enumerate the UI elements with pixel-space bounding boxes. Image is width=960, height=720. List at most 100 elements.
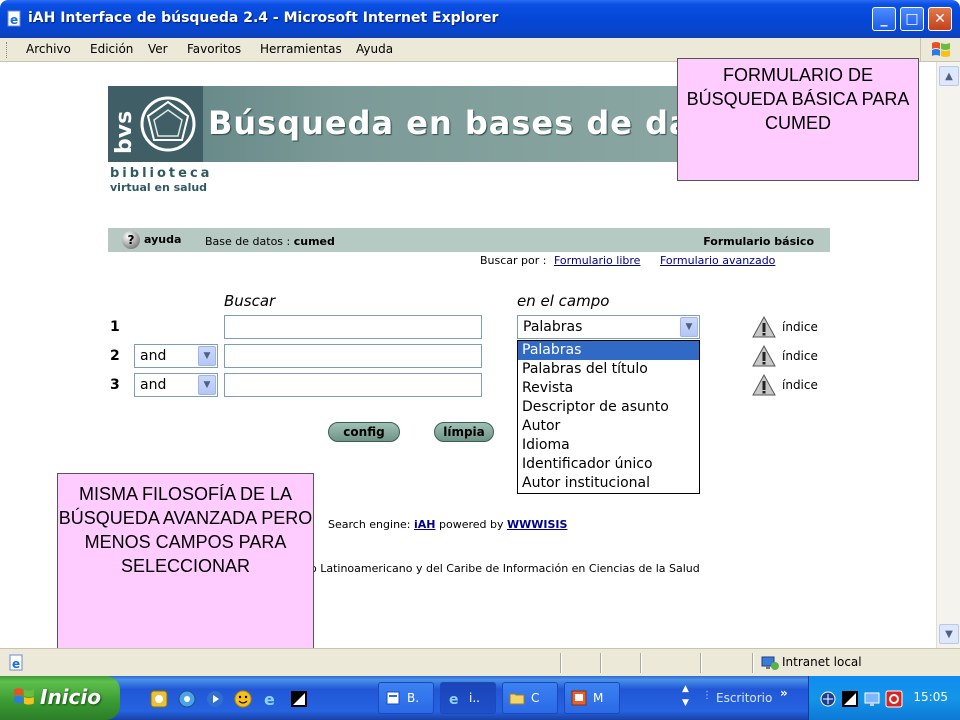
field-option[interactable]: Palabras xyxy=(518,341,699,360)
security-zone-label: Intranet local xyxy=(782,655,862,669)
quicklaunch-browser-icon[interactable] xyxy=(178,690,196,708)
menu-favoritos[interactable]: Favoritos xyxy=(187,42,241,56)
task-button-2[interactable]: e i.. xyxy=(440,682,496,714)
row-number-2: 2 xyxy=(110,348,120,364)
task-ie-icon: e xyxy=(449,692,459,706)
task-button-1-label: B. xyxy=(407,691,420,705)
task-button-4-label: M xyxy=(593,691,604,705)
chevron-down-icon: ▼ xyxy=(945,628,953,640)
engine-prefix: Search engine: xyxy=(328,518,411,531)
desktop-toolbar-grip[interactable]: ⋮ xyxy=(700,684,714,712)
internet-explorer-page-icon: e xyxy=(7,10,21,27)
system-tray: 15:05 xyxy=(808,676,960,720)
start-button[interactable]: Inicio xyxy=(0,676,120,720)
row-number-1: 1 xyxy=(110,319,120,335)
svg-text:e: e xyxy=(12,657,20,671)
info-triangle-icon xyxy=(752,373,776,396)
operator-select-2[interactable]: and ▼ xyxy=(134,344,218,368)
minimize-button[interactable]: _ xyxy=(872,7,896,31)
task-button-3[interactable]: C xyxy=(502,682,558,714)
svg-text:e: e xyxy=(449,692,459,706)
menu-archivo[interactable]: Archivo xyxy=(26,42,71,56)
info-triangle-icon xyxy=(752,315,776,338)
field-select-1-value: Palabras xyxy=(523,319,583,335)
powered-by-text: powered by xyxy=(439,518,504,531)
chevron-double-right-icon[interactable]: » xyxy=(780,686,788,700)
bvs-banner: bvs Búsqueda en bases de datos xyxy=(108,86,678,162)
task-button-4[interactable]: M xyxy=(564,682,620,714)
toolbar-grip[interactable] xyxy=(6,42,9,58)
close-button[interactable]: ✕ xyxy=(928,7,952,31)
page-status-icon: e xyxy=(9,654,23,671)
tray-display-icon[interactable] xyxy=(863,690,881,708)
search-by: Buscar por : Formulario libre Formulario… xyxy=(480,254,775,267)
bvs-logo-text: bvs xyxy=(112,110,137,154)
taskbar-scroll[interactable]: ▲ ▼ xyxy=(680,684,694,712)
operator-select-3-value: and xyxy=(140,377,167,393)
chevron-down-icon[interactable]: ▼ xyxy=(680,317,698,337)
scroll-down-button[interactable]: ▼ xyxy=(939,624,959,644)
index-link-2[interactable]: índice xyxy=(752,344,818,368)
desktop-label[interactable]: Escritorio xyxy=(716,691,772,705)
maximize-button[interactable]: □ xyxy=(900,7,924,31)
menu-edicion[interactable]: Edición xyxy=(90,42,133,56)
callout-basic-form: FORMULARIO DE BÚSQUEDA BÁSICA PARA CUMED xyxy=(677,58,919,181)
search-input-2[interactable] xyxy=(224,344,482,368)
callout-same-philosophy: MISMA FILOSOFÍA DE LA BÚSQUEDA AVANZADA … xyxy=(57,473,314,657)
vertical-scrollbar[interactable]: ▲ ▼ xyxy=(936,62,960,648)
svg-text:e: e xyxy=(10,13,18,27)
help-link[interactable]: ayuda xyxy=(144,233,181,246)
search-input-3[interactable] xyxy=(224,373,482,397)
field-option[interactable]: Palabras del título xyxy=(518,360,699,379)
quicklaunch-ie-icon[interactable]: e xyxy=(262,690,280,708)
search-input-1[interactable] xyxy=(224,315,482,339)
operator-select-3[interactable]: and ▼ xyxy=(134,373,218,397)
field-option[interactable]: Autor institucional xyxy=(518,474,699,493)
task-presentation-icon xyxy=(571,690,587,706)
clock: 15:05 xyxy=(913,690,948,704)
field-option[interactable]: Identificador único xyxy=(518,455,699,474)
index-link-1[interactable]: índice xyxy=(752,315,818,339)
menu-ver[interactable]: Ver xyxy=(148,42,168,56)
menu-herramientas[interactable]: Herramientas xyxy=(260,42,342,56)
chevron-down-icon[interactable]: ▼ xyxy=(198,346,216,366)
help-icon[interactable]: ? xyxy=(122,231,140,249)
window-title: iAH Interface de búsqueda 2.4 - Microsof… xyxy=(28,10,499,26)
quicklaunch-media-icon[interactable] xyxy=(206,690,224,708)
database-label-text: Base de datos : xyxy=(205,235,291,248)
field-dropdown-list[interactable]: Palabras Palabras del título Revista Des… xyxy=(517,340,700,494)
clear-button[interactable]: límpia xyxy=(434,422,494,442)
database-label: Base de datos : cumed xyxy=(205,235,335,248)
field-option[interactable]: Descriptor de asunto xyxy=(518,398,699,417)
task-button-1[interactable]: B. xyxy=(378,682,434,714)
chevron-down-icon[interactable]: ▼ xyxy=(198,375,216,395)
status-separator xyxy=(700,653,702,673)
task-document-icon xyxy=(386,691,400,705)
menu-ayuda[interactable]: Ayuda xyxy=(356,42,393,56)
start-label: Inicio xyxy=(40,685,101,709)
scroll-up-button[interactable]: ▲ xyxy=(939,66,959,86)
field-select-1[interactable]: Palabras ▼ xyxy=(517,315,700,339)
field-option[interactable]: Autor xyxy=(518,417,699,436)
tray-network-icon[interactable] xyxy=(819,690,837,708)
free-form-link[interactable]: Formulario libre xyxy=(554,254,640,267)
index-label-2: índice xyxy=(782,349,818,363)
quicklaunch-app-icon[interactable] xyxy=(150,690,168,708)
tray-app-icon[interactable] xyxy=(841,690,859,708)
field-option[interactable]: Revista xyxy=(518,379,699,398)
close-icon: ✕ xyxy=(934,11,946,27)
quicklaunch-messenger-icon[interactable] xyxy=(234,690,252,708)
task-button-3-label: C xyxy=(531,691,540,705)
index-label-1: índice xyxy=(782,320,818,334)
chevron-up-icon: ▲ xyxy=(945,70,953,82)
config-button[interactable]: config xyxy=(328,422,400,442)
form-name: Formulario básico xyxy=(703,235,814,248)
advanced-form-link[interactable]: Formulario avanzado xyxy=(660,254,775,267)
quicklaunch-tool-icon[interactable] xyxy=(290,690,308,708)
iah-link[interactable]: iAH xyxy=(414,518,436,531)
tray-security-icon[interactable] xyxy=(885,690,903,708)
field-option[interactable]: Idioma xyxy=(518,436,699,455)
status-separator xyxy=(752,653,754,673)
index-link-3[interactable]: índice xyxy=(752,373,818,397)
wwwisis-link[interactable]: WWWISIS xyxy=(507,518,567,531)
